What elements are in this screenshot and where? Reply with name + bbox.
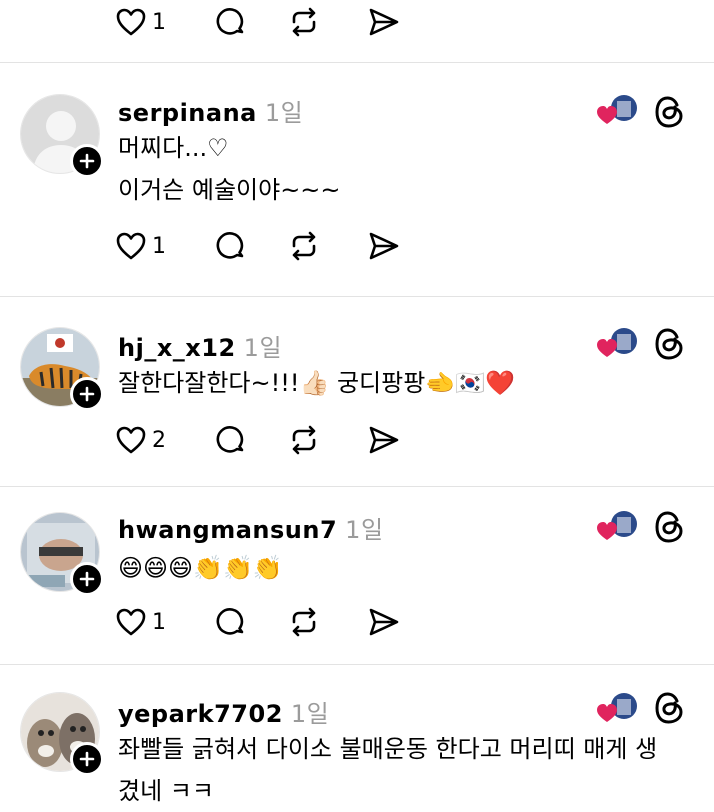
- username[interactable]: hj_x_x12: [118, 334, 236, 362]
- comment-icon: [216, 608, 244, 635]
- repost-icon: [292, 7, 316, 37]
- post-text: 좌빨들 긁혀서 다이소 불매운동 한다고 머리띠 매게 생 겼네 ㅋㅋ: [118, 735, 658, 805]
- divider: [0, 296, 714, 297]
- author-liked-badge: [596, 508, 640, 548]
- plus-icon: [79, 153, 95, 169]
- avatar-wrap[interactable]: [20, 94, 104, 178]
- timestamp: 1일: [243, 334, 283, 362]
- repost-icon: [292, 231, 316, 261]
- plus-icon: [79, 386, 95, 402]
- like-count: 1: [152, 9, 166, 35]
- post-text: 😄😄😄👏👏👏: [118, 554, 283, 582]
- username-row: hwangmansun7 1일: [118, 510, 384, 545]
- comment-icon: [216, 8, 244, 35]
- author-liked-badge: [596, 690, 640, 730]
- avatar-wrap[interactable]: [20, 327, 104, 411]
- share-icon: [369, 232, 399, 260]
- heart-outline-icon: [116, 608, 146, 636]
- threads-logo-icon[interactable]: [652, 690, 688, 726]
- divider: [0, 664, 714, 665]
- comment-button[interactable]: [216, 420, 246, 460]
- repost-button[interactable]: [288, 226, 320, 266]
- post-actions: 2: [116, 420, 416, 460]
- threads-logo-icon[interactable]: [652, 94, 688, 130]
- share-button[interactable]: [368, 602, 400, 642]
- heart-outline-icon: [116, 426, 146, 454]
- plus-icon: [79, 571, 95, 587]
- follow-button[interactable]: [70, 562, 104, 596]
- repost-icon: [292, 425, 316, 455]
- like-button[interactable]: 1: [116, 602, 166, 642]
- share-icon: [369, 426, 399, 454]
- share-button[interactable]: [368, 226, 400, 266]
- post-actions-top: 1: [116, 2, 416, 42]
- share-icon: [369, 608, 399, 636]
- plus-icon: [79, 751, 95, 767]
- like-button[interactable]: 2: [116, 420, 166, 460]
- share-button[interactable]: [368, 2, 400, 42]
- like-count: 2: [152, 427, 166, 453]
- follow-button[interactable]: [70, 144, 104, 178]
- share-button[interactable]: [368, 420, 400, 460]
- post-actions: 1: [116, 602, 416, 642]
- comment-icon: [216, 426, 244, 453]
- timestamp: 1일: [290, 700, 330, 728]
- share-icon: [369, 8, 399, 36]
- username-row: hj_x_x12 1일: [118, 328, 282, 363]
- threads-logo-icon[interactable]: [652, 509, 688, 545]
- post-actions: 1: [116, 226, 416, 266]
- follow-button[interactable]: [70, 742, 104, 776]
- like-button[interactable]: 1: [116, 2, 166, 42]
- timestamp: 1일: [264, 99, 304, 127]
- username[interactable]: hwangmansun7: [118, 516, 337, 544]
- author-liked-badge: [596, 325, 640, 365]
- follow-button[interactable]: [70, 377, 104, 411]
- repost-button[interactable]: [288, 2, 320, 42]
- repost-icon: [292, 607, 316, 637]
- comment-button[interactable]: [216, 602, 246, 642]
- post-text: 잘한다잘한다~!!!👍🏻 궁디팡팡🫲🇰🇷❤️: [118, 369, 515, 397]
- divider: [0, 486, 714, 487]
- post-text: 머찌다...♡ 이거슨 예술이야~~~: [118, 134, 341, 204]
- username-row: yepark7702 1일: [118, 694, 329, 729]
- heart-outline-icon: [116, 232, 146, 260]
- username[interactable]: serpinana: [118, 99, 257, 127]
- threads-logo-icon[interactable]: [652, 326, 688, 362]
- timestamp: 1일: [345, 516, 384, 544]
- comment-icon: [216, 232, 244, 259]
- like-count: 1: [152, 609, 166, 635]
- avatar-wrap[interactable]: [20, 512, 104, 596]
- avatar-wrap[interactable]: [20, 692, 104, 776]
- like-count: 1: [152, 233, 166, 259]
- comment-button[interactable]: [216, 2, 246, 42]
- comment-button[interactable]: [216, 226, 246, 266]
- author-liked-badge: [596, 92, 640, 132]
- heart-outline-icon: [116, 8, 146, 36]
- repost-button[interactable]: [288, 602, 320, 642]
- repost-button[interactable]: [288, 420, 320, 460]
- username[interactable]: yepark7702: [118, 700, 283, 728]
- divider: [0, 62, 714, 63]
- like-button[interactable]: 1: [116, 226, 166, 266]
- username-row: serpinana 1일: [118, 93, 303, 128]
